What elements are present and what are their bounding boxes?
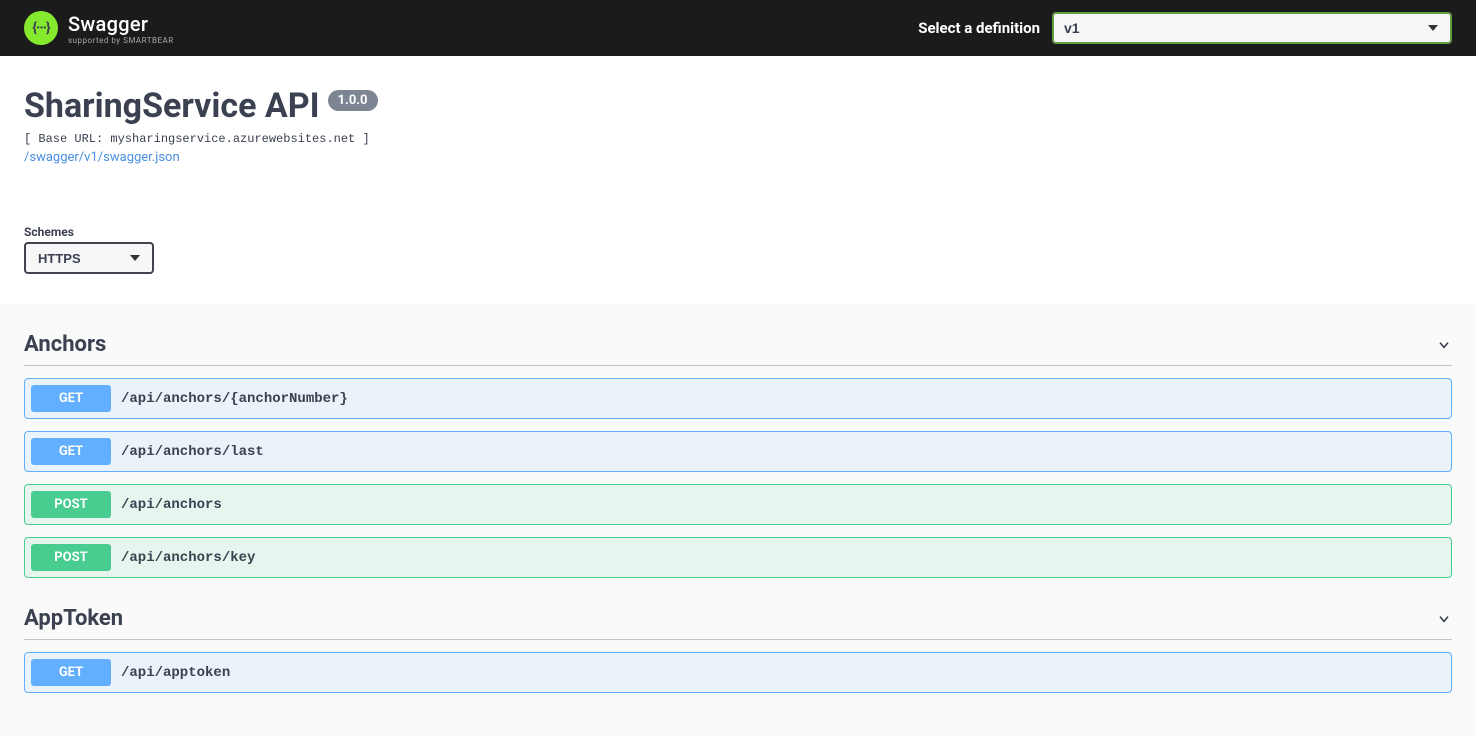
info-section: SharingService API 1.0.0 [ Base URL: mys…: [0, 56, 1476, 304]
definition-select[interactable]: v1: [1052, 12, 1452, 44]
topbar: {···} Swagger supported by SMARTBEAR Sel…: [0, 0, 1476, 56]
operation-get--api-anchors--anchorNumber-[interactable]: GET/api/anchors/{anchorNumber}: [24, 378, 1452, 419]
operation-post--api-anchors-key[interactable]: POST/api/anchors/key: [24, 537, 1452, 578]
http-method-badge: POST: [31, 491, 111, 518]
operation-get--api-apptoken[interactable]: GET/api/apptoken: [24, 652, 1452, 693]
tag-section-anchors: AnchorsGET/api/anchors/{anchorNumber}GET…: [24, 332, 1452, 578]
schemes-select[interactable]: HTTPS: [24, 242, 154, 274]
chevron-down-icon: [1436, 611, 1452, 627]
definition-label: Select a definition: [918, 19, 1040, 37]
operation-path: /api/anchors/key: [121, 550, 255, 566]
chevron-down-icon: [1436, 337, 1452, 353]
operation-path: /api/anchors/last: [121, 444, 264, 460]
tag-header-anchors[interactable]: Anchors: [24, 332, 1452, 366]
swagger-logo-subtext: supported by SMARTBEAR: [68, 36, 174, 45]
schemes-label: Schemes: [24, 225, 1452, 239]
tag-name: Anchors: [24, 332, 106, 357]
http-method-badge: GET: [31, 659, 111, 686]
swagger-logo-icon: {···}: [24, 11, 58, 45]
http-method-badge: GET: [31, 385, 111, 412]
http-method-badge: POST: [31, 544, 111, 571]
operation-path: /api/apptoken: [121, 665, 230, 681]
tag-header-apptoken[interactable]: AppToken: [24, 606, 1452, 640]
version-badge: 1.0.0: [328, 90, 378, 111]
http-method-badge: GET: [31, 438, 111, 465]
swagger-json-link[interactable]: /swagger/v1/swagger.json: [24, 150, 180, 165]
api-title: SharingService API: [24, 86, 320, 126]
operation-get--api-anchors-last[interactable]: GET/api/anchors/last: [24, 431, 1452, 472]
operations-container: AnchorsGET/api/anchors/{anchorNumber}GET…: [0, 332, 1476, 723]
base-url: [ Base URL: mysharingservice.azurewebsit…: [24, 132, 1452, 146]
operation-path: /api/anchors/{anchorNumber}: [121, 391, 348, 407]
swagger-logo: {···} Swagger supported by SMARTBEAR: [24, 11, 174, 45]
operation-path: /api/anchors: [121, 497, 222, 513]
tag-section-apptoken: AppToken GET/api/apptoken: [24, 606, 1452, 693]
swagger-logo-text: Swagger: [68, 12, 174, 36]
tag-name: AppToken: [24, 606, 123, 631]
operation-post--api-anchors[interactable]: POST/api/anchors: [24, 484, 1452, 525]
